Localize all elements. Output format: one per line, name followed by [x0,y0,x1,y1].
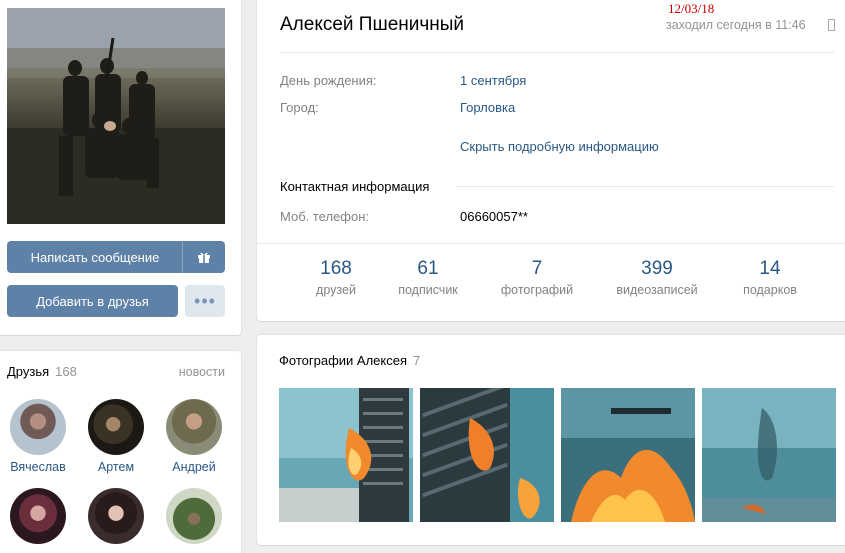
friends-news-link[interactable]: новости [179,365,225,379]
photos-block: Фотографии Алексея 7 [257,335,845,545]
friend-avatar [10,399,66,455]
counter-number: 399 [641,258,673,279]
counter-followers[interactable]: 61 подписчик [373,258,483,297]
photos-header[interactable]: Фотографии Алексея 7 [279,353,420,368]
avatar-photo [7,8,225,224]
friend-name: Артем [97,460,135,474]
mobile-phone-label: Моб. телефон: [280,209,370,224]
photo-thumbnail[interactable] [420,388,554,522]
friends-title: Друзья [7,364,50,379]
add-friend-button[interactable]: Добавить в друзья [7,285,178,317]
divider [280,52,834,53]
friend-avatar [88,399,144,455]
counter-videos[interactable]: 399 видеозаписей [602,258,712,297]
contact-divider [456,186,834,187]
friend-avatar [88,488,144,544]
counter-gifts[interactable]: 14 подарков [715,258,825,297]
friend-avatar [166,488,222,544]
birthday-value[interactable]: 1 сентября [460,73,526,88]
city-value[interactable]: Горловка [460,100,515,115]
counter-number: 61 [417,258,439,279]
gift-button[interactable] [182,241,225,273]
profile-avatar[interactable] [7,8,225,224]
mobile-phone-icon [828,19,835,31]
profile-photo-card: Написать сообщение Добавить в друзья ••• [0,0,241,335]
photo-image [420,388,554,522]
friend-avatar [10,488,66,544]
counter-label: подписчик [398,283,458,297]
date-stamp: 12/03/18 [668,1,715,16]
friend-name: Андрей [172,460,216,474]
friend-item[interactable]: Вячеслав [2,399,74,474]
photo-thumbnail[interactable] [702,388,836,522]
counter-label: видеозаписей [616,283,698,297]
friends-count: 168 [55,364,77,379]
counters-divider [257,243,845,244]
friend-name: Вячеслав [10,460,66,474]
friend-avatar [166,399,222,455]
profile-info-card: Алексей Пшеничный 12/03/18 заходил сегод… [257,0,845,321]
city-label: Город: [280,100,319,115]
photos-title: Фотографии Алексея [279,353,407,368]
counter-number: 14 [759,258,781,279]
counter-label: подарков [743,283,797,297]
photo-thumbnail[interactable] [561,388,695,522]
photo-image [561,388,695,522]
counter-number: 7 [531,258,543,279]
photo-thumbnail[interactable] [279,388,413,522]
profile-name: Алексей Пшеничный [280,14,465,35]
counter-photos[interactable]: 7 фотографий [482,258,592,297]
friend-item[interactable] [2,488,74,549]
counter-label: фотографий [500,283,574,297]
send-message-button[interactable]: Написать сообщение [7,241,183,273]
friend-item[interactable] [80,488,152,549]
photo-image [702,388,836,522]
online-status: заходил сегодня в 11:46 [666,18,806,32]
birthday-label: День рождения: [280,73,377,88]
mobile-phone-value: 06660057** [460,209,528,224]
contact-info-heading: Контактная информация [280,179,430,194]
photo-image [279,388,413,522]
gift-icon [198,252,210,263]
friend-item[interactable]: Андрей [158,399,230,474]
friend-item[interactable] [158,488,230,549]
friend-item[interactable]: Артем [80,399,152,474]
hide-details-link[interactable]: Скрыть подробную информацию [460,139,659,154]
friends-header[interactable]: Друзья 168 [7,364,77,379]
photos-count: 7 [413,353,421,368]
more-actions-button[interactable]: ••• [185,285,225,317]
friends-block: Друзья 168 новости Вячеслав Артем Андрей [0,351,241,553]
